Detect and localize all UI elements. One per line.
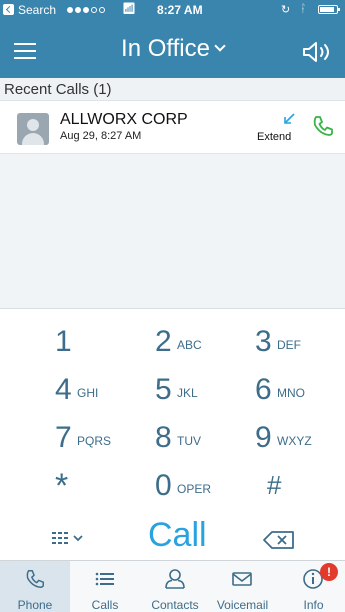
key-5[interactable]: 5 JKL xyxy=(155,366,255,412)
wifi-icon: 📶︎ xyxy=(122,3,136,15)
key-letters: MNO xyxy=(277,386,305,400)
dial-keypad: 1 2 ABC 3 DEF 4 GHI 5 JKL 6 MNO 7 PQRS 8… xyxy=(0,310,345,560)
tab-label: Calls xyxy=(91,598,119,612)
key-digit: 7 xyxy=(55,421,72,454)
tab-label: Contacts xyxy=(151,598,199,612)
key-letters: OPER xyxy=(177,482,212,496)
caller-name: ALLWORX CORP xyxy=(60,111,188,128)
tab-bar: Phone Calls Contacts Voicemail ! Info xyxy=(0,560,345,612)
key-digit: 4 xyxy=(55,373,72,406)
extend-button[interactable]: Extend xyxy=(257,131,291,143)
key-0[interactable]: 0 OPER xyxy=(155,462,255,508)
battery-icon xyxy=(318,5,340,14)
key-digit: 3 xyxy=(255,325,272,358)
tab-calls[interactable]: Calls xyxy=(70,561,140,612)
speaker-icon[interactable] xyxy=(302,42,336,62)
key-2[interactable]: 2 ABC xyxy=(155,318,255,364)
signal-strength-icon xyxy=(67,7,105,13)
key-9[interactable]: 9 WXYZ xyxy=(255,414,345,460)
key-letters: PQRS xyxy=(77,434,112,448)
rotation-lock-icon: ↻ xyxy=(281,4,291,16)
key-digit: 9 xyxy=(255,421,272,454)
key-digit: 2 xyxy=(155,325,172,358)
key-digit: 0 xyxy=(155,469,172,502)
key-letters: GHI xyxy=(77,386,99,400)
key-1[interactable]: 1 xyxy=(55,318,155,364)
recent-calls-empty-area xyxy=(0,154,345,309)
tab-label: Voicemail xyxy=(216,598,269,612)
notification-badge: ! xyxy=(320,563,338,581)
tab-phone[interactable]: Phone xyxy=(0,561,70,612)
backspace-icon[interactable] xyxy=(262,530,296,550)
tab-info[interactable]: ! Info xyxy=(282,561,345,612)
phone-icon xyxy=(26,570,44,588)
back-arrow-icon[interactable] xyxy=(3,4,14,15)
nav-bar: In Office xyxy=(0,20,345,78)
recent-call-row[interactable]: ALLWORX CORP Aug 29, 8:27 AM Extend xyxy=(0,101,345,154)
key-hash[interactable]: # xyxy=(267,462,345,508)
key-letters: TUV xyxy=(177,434,201,448)
key-star[interactable]: * xyxy=(55,462,155,508)
back-app-label[interactable]: Search xyxy=(18,3,56,17)
tab-contacts[interactable]: Contacts xyxy=(140,561,210,612)
tab-label: Phone xyxy=(17,598,53,612)
key-digit: 8 xyxy=(155,421,172,454)
tab-label: Info xyxy=(303,598,324,612)
key-8[interactable]: 8 TUV xyxy=(155,414,255,460)
key-6[interactable]: 6 MNO xyxy=(255,366,345,412)
incoming-arrow-icon xyxy=(284,113,295,124)
key-letters: ABC xyxy=(177,338,202,352)
key-digit: # xyxy=(267,470,282,500)
envelope-icon xyxy=(232,572,252,586)
dialpad-toggle-icon[interactable] xyxy=(50,529,100,549)
key-7[interactable]: 7 PQRS xyxy=(55,414,155,460)
key-4[interactable]: 4 GHI xyxy=(55,366,155,412)
phone-call-icon[interactable] xyxy=(311,114,335,138)
call-time: Aug 29, 8:27 AM xyxy=(60,130,142,142)
key-digit: 1 xyxy=(55,325,72,358)
key-digit: * xyxy=(55,467,69,505)
key-letters: DEF xyxy=(277,338,301,352)
list-icon xyxy=(95,572,114,586)
avatar xyxy=(17,113,49,145)
tab-voicemail[interactable]: Voicemail xyxy=(210,561,275,612)
status-time: 8:27 AM xyxy=(157,3,203,17)
key-letters: JKL xyxy=(177,386,198,400)
recent-calls-header: Recent Calls (1) xyxy=(0,78,345,101)
key-letters: WXYZ xyxy=(277,434,312,448)
call-button[interactable]: Call xyxy=(148,516,207,555)
presence-title: In Office xyxy=(121,35,210,62)
status-bar: Search 📶︎ 8:27 AM ↻ ᛛ xyxy=(0,0,345,20)
contacts-icon xyxy=(165,569,185,589)
bluetooth-icon: ᛛ xyxy=(300,3,307,15)
key-digit: 6 xyxy=(255,373,272,406)
key-3[interactable]: 3 DEF xyxy=(255,318,345,364)
chevron-down-icon xyxy=(214,40,226,52)
key-digit: 5 xyxy=(155,373,172,406)
presence-selector[interactable]: In Office xyxy=(0,35,345,63)
